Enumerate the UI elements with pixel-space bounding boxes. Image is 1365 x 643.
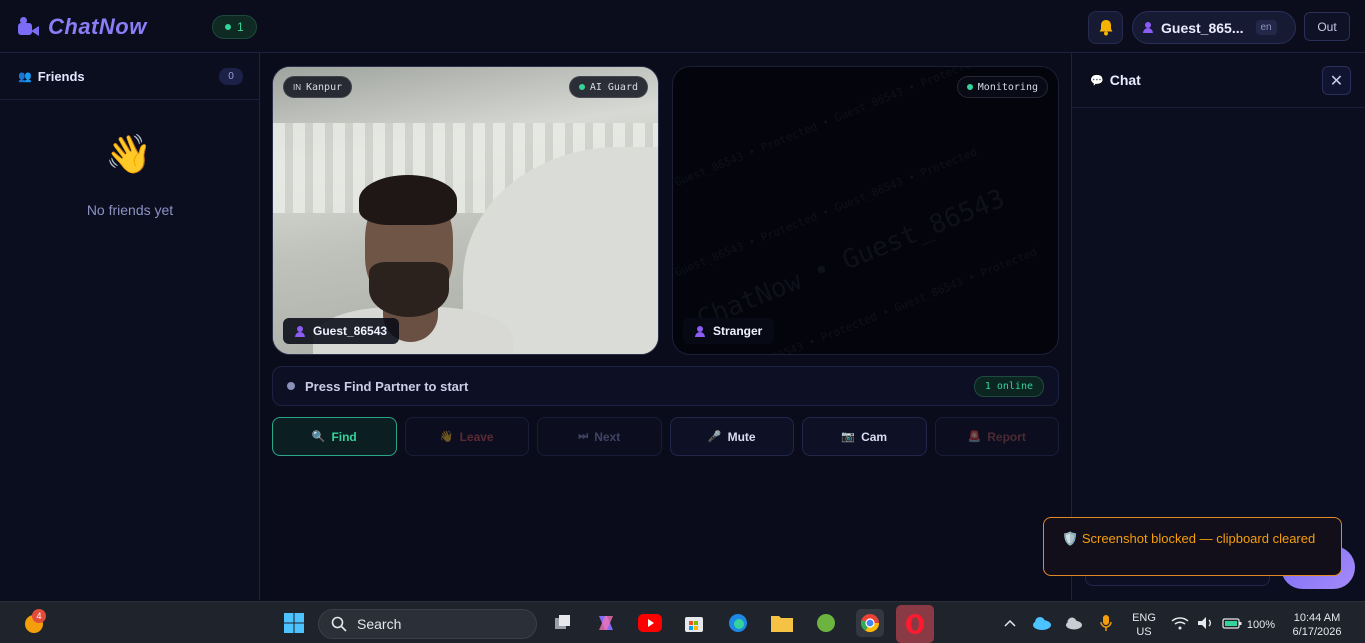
friends-title: Friends: [37, 68, 85, 84]
user-icon: [295, 325, 305, 337]
friends-header: 👥 Friends 0: [0, 53, 259, 100]
chevron-up-icon[interactable]: [996, 609, 1024, 637]
screenshot-blocked-toast: 🛡️ Screenshot blocked — clipboard cleare…: [1043, 517, 1342, 576]
country-code: IN: [293, 82, 301, 92]
call-controls: 🔍 Find 👋 Leave ⏭ Next 🎤 Mute 📷 Cam 🚨 Rep…: [272, 417, 1059, 456]
status-text: Press Find Partner to start: [305, 378, 469, 394]
volume-icon[interactable]: [1194, 609, 1218, 637]
language-indicator[interactable]: ENG US: [1128, 611, 1160, 639]
leave-label: Leave: [459, 429, 494, 444]
user-name: Guest_865...: [1161, 19, 1244, 36]
microphone-icon[interactable]: [1092, 609, 1120, 637]
speech-bubble-icon: 💬: [1090, 74, 1104, 87]
status-dot-icon: [287, 382, 295, 390]
cam-label: Cam: [861, 429, 888, 444]
online-count: 1: [237, 20, 244, 34]
magnifier-icon: 🔍: [311, 431, 326, 443]
logout-button[interactable]: Out: [1304, 12, 1350, 41]
next-label: Next: [594, 429, 621, 444]
remote-video: ChatNow • Guest_86543 Guest_86543 • Prot…: [672, 66, 1059, 355]
notifications-button[interactable]: [1088, 11, 1123, 44]
copilot-icon[interactable]: [592, 609, 620, 637]
report-label: Report: [987, 429, 1026, 444]
search-label: Search: [357, 616, 402, 632]
waving-hand-icon: 👋: [105, 134, 153, 176]
friends-count: 0: [219, 68, 243, 85]
remote-name-tag: Stranger: [683, 318, 775, 344]
clock-date: 6/17/2026: [1292, 626, 1342, 638]
monitoring-badge: Monitoring: [956, 76, 1048, 98]
onedrive-icon[interactable]: [1028, 609, 1056, 637]
task-view-icon[interactable]: [549, 609, 577, 637]
microphone-icon: 🎤: [707, 431, 722, 443]
taskbar-search[interactable]: Search: [318, 609, 537, 639]
notification-count-badge: 4: [32, 609, 46, 623]
location-badge: IN Kanpur: [283, 76, 353, 98]
skip-icon: ⏭: [578, 430, 589, 442]
ai-guard-badge: AI Guard: [568, 76, 648, 98]
app-header: ChatNow 1 Guest_865... en Out: [0, 0, 1365, 53]
ai-guard-label: AI Guard: [589, 81, 638, 93]
friends-sidebar: 👥 Friends 0 👋 No friends yet: [0, 53, 260, 600]
clock-time: 10:44 AM: [1293, 612, 1341, 624]
language-tag: en: [1255, 20, 1277, 35]
user-menu[interactable]: Guest_865... en: [1132, 11, 1296, 44]
clock[interactable]: 10:44 AM 6/17/2026: [1284, 611, 1350, 639]
youtube-icon[interactable]: [636, 609, 664, 637]
edge-icon[interactable]: [724, 609, 752, 637]
video-camera-icon: [18, 17, 40, 37]
cloud-sync-icon[interactable]: [1060, 609, 1088, 637]
toast-text: Screenshot blocked — clipboard cleared: [1081, 531, 1316, 546]
app-logo[interactable]: ChatNow: [18, 14, 147, 40]
spring-icon[interactable]: [812, 609, 840, 637]
leave-button[interactable]: 👋 Leave: [404, 417, 529, 456]
battery-percent: 100%: [1246, 619, 1276, 631]
shield-icon: 🛡️: [1062, 531, 1079, 546]
local-name-tag: Guest_86543: [283, 318, 400, 344]
camera-icon: 📷: [841, 431, 856, 443]
status-bar: Press Find Partner to start 1 online: [272, 366, 1059, 406]
mute-label: Mute: [727, 429, 756, 444]
close-icon: ✕: [1329, 72, 1344, 90]
cam-button[interactable]: 📷 Cam: [802, 417, 927, 456]
chat-title: Chat: [1109, 72, 1141, 88]
windows-start-icon[interactable]: [280, 609, 308, 637]
wifi-icon[interactable]: [1168, 609, 1192, 637]
remote-name: Stranger: [713, 324, 763, 338]
store-icon[interactable]: [680, 609, 708, 637]
file-explorer-icon[interactable]: [768, 609, 796, 637]
language-line-1: ENG: [1132, 612, 1156, 624]
wave-icon: 👋: [439, 431, 454, 443]
chrome-icon[interactable]: [856, 609, 884, 637]
find-button[interactable]: 🔍 Find: [272, 417, 397, 456]
local-name: Guest_86543: [313, 324, 388, 338]
bell-icon: [1099, 20, 1112, 36]
guard-dot-icon: [578, 84, 585, 90]
close-chat-button[interactable]: ✕: [1322, 66, 1351, 95]
monitoring-dot-icon: [966, 84, 973, 90]
opera-icon[interactable]: [896, 605, 934, 643]
user-icon: [695, 325, 705, 337]
mute-button[interactable]: 🎤 Mute: [669, 417, 794, 456]
language-line-2: US: [1136, 626, 1152, 638]
user-icon: [1143, 22, 1153, 33]
monitoring-label: Monitoring: [977, 81, 1038, 93]
alert-icon: 🚨: [967, 431, 982, 443]
local-video: IN Kanpur AI Guard Guest_86543: [272, 66, 659, 355]
friends-icon: 👥: [18, 70, 32, 83]
windows-taskbar: 4 Search ENG US 100% 10:44 AM 6/17/2026: [0, 601, 1365, 643]
online-count-badge: 1: [212, 15, 257, 39]
report-button[interactable]: 🚨 Report: [934, 417, 1059, 456]
online-dot-icon: [225, 24, 231, 30]
online-status-pill: 1 online: [973, 376, 1044, 397]
search-icon: [331, 616, 347, 632]
app-name: ChatNow: [48, 14, 147, 39]
find-label: Find: [331, 429, 357, 444]
battery-icon[interactable]: [1220, 609, 1244, 637]
empty-friends-text: No friends yet: [86, 202, 174, 218]
next-button[interactable]: ⏭ Next: [537, 417, 662, 456]
location-label: Kanpur: [306, 81, 343, 93]
